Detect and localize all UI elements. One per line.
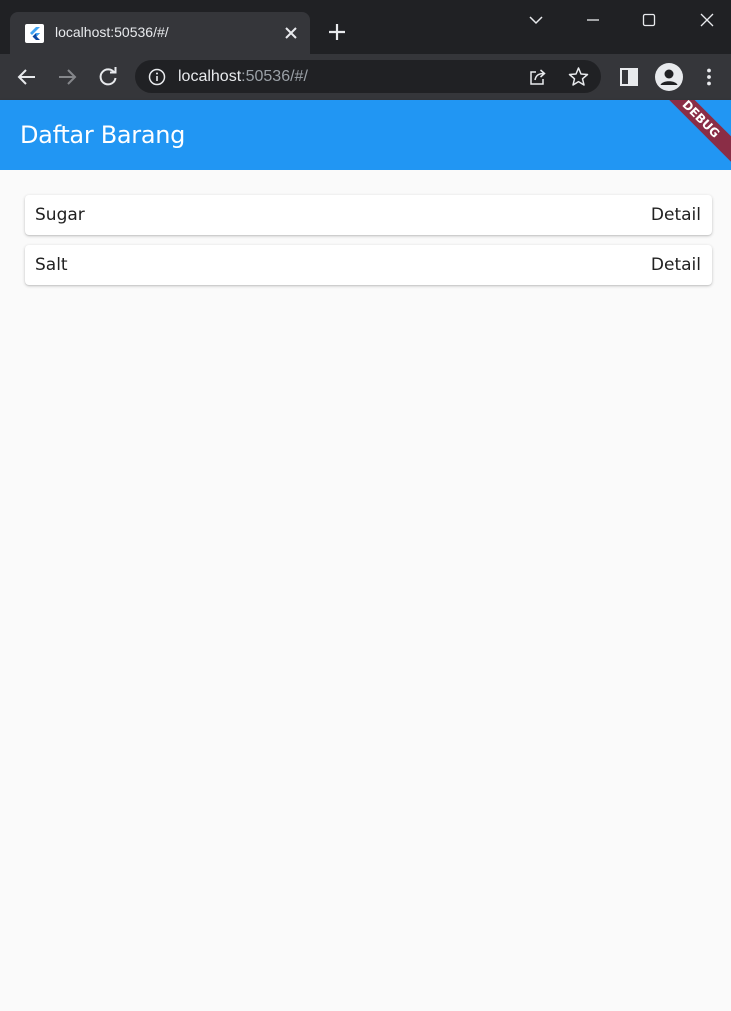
detail-button[interactable]: Detail [651,255,701,275]
share-icon[interactable] [528,67,548,87]
item-name: Salt [35,255,68,275]
browser-tab[interactable]: localhost:50536/#/ [10,12,310,54]
profile-avatar-icon[interactable] [655,63,683,91]
browser-toolbar: localhost:50536/#/ [0,54,731,100]
more-menu-icon[interactable] [696,64,722,90]
url-text[interactable]: localhost:50536/#/ [178,68,308,86]
url-host: localhost [178,68,242,85]
minimize-icon[interactable] [581,8,605,32]
app-bar: Daftar Barang DEBUG [0,100,731,170]
tab-title: localhost:50536/#/ [55,24,169,40]
side-panel-icon[interactable] [616,64,642,90]
detail-button[interactable]: Detail [651,205,701,225]
new-tab-icon[interactable] [326,21,348,43]
list-item[interactable]: Salt Detail [25,245,712,285]
maximize-icon[interactable] [637,8,661,32]
debug-banner: DEBUG [652,100,731,168]
item-name: Sugar [35,205,85,225]
back-arrow-icon[interactable] [14,64,40,90]
bookmark-star-icon[interactable] [568,66,589,87]
page-title: Daftar Barang [20,121,186,149]
flutter-favicon-icon [25,24,44,43]
close-tab-icon[interactable] [282,24,300,42]
forward-arrow-icon[interactable] [54,64,80,90]
reload-icon[interactable] [95,64,121,90]
item-list: Sugar Detail Salt Detail [0,170,731,1011]
close-window-icon[interactable] [695,8,719,32]
site-info-icon[interactable] [148,68,166,86]
browser-tab-strip: localhost:50536/#/ [0,0,731,54]
url-path: :50536/#/ [241,68,308,85]
address-bar[interactable]: localhost:50536/#/ [135,60,601,93]
tab-search-chevron-icon[interactable] [524,8,548,32]
list-item[interactable]: Sugar Detail [25,195,712,235]
